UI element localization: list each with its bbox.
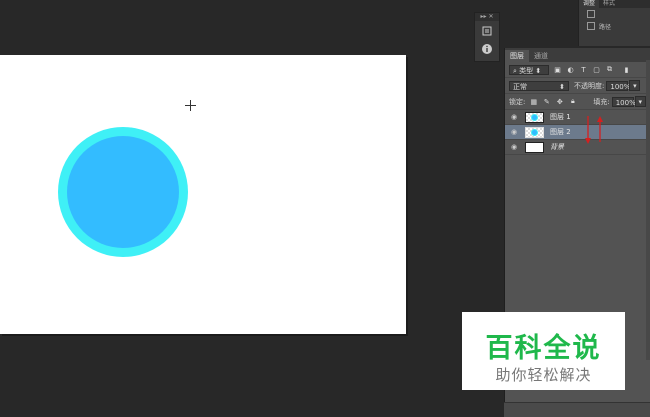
panel-row-paths[interactable]: 路径 — [579, 20, 650, 32]
visibility-eye-icon[interactable]: ◉ — [509, 128, 519, 136]
adjust-icon — [587, 10, 595, 18]
opacity-input[interactable]: 100% — [606, 80, 630, 91]
collapsed-panel-strip: ▸▸ ✕ — [474, 12, 500, 62]
tab-styles[interactable]: 样式 — [599, 0, 619, 8]
chevron-down-icon: ⬍ — [535, 66, 542, 75]
watermark-title: 百科全说 — [485, 333, 602, 364]
layer-thumbnail — [525, 111, 544, 123]
watermark-subtitle: 助你轻松解决 — [495, 366, 592, 384]
lock-fill-row: 锁定: ▦ ✎ ✥ 🔒︎ 填充: 100% ▾ — [505, 94, 650, 110]
lock-transparent-icon[interactable]: ▦ — [529, 97, 538, 106]
tab-channels[interactable]: 通道 — [529, 50, 553, 62]
watermark-logo: 百科全说 助你轻松解决 — [462, 312, 625, 390]
paths-icon — [587, 22, 595, 30]
layer-row-1[interactable]: ◉ 图层 1 — [505, 110, 650, 125]
visibility-eye-icon[interactable]: ◉ — [509, 143, 519, 151]
blend-mode-select[interactable]: 正常 ⬍ — [509, 80, 569, 91]
visibility-eye-icon[interactable]: ◉ — [509, 113, 519, 121]
layer-name: 图层 2 — [550, 128, 571, 136]
layer-thumbnail — [525, 141, 544, 153]
tab-adjustments[interactable]: 调整 — [579, 0, 600, 8]
fill-dropdown-icon[interactable]: ▾ — [634, 96, 646, 107]
image-filter-icon[interactable]: ▣ — [553, 65, 562, 74]
filter-row: ⌕ 类型 ⬍ ▣ ◐ T ▢ ⧉ ▮ — [505, 62, 650, 78]
info-icon — [482, 44, 492, 54]
layer-name: 图层 1 — [550, 113, 571, 121]
chevron-down-icon: ⬍ — [559, 82, 565, 91]
red-swap-arrows-icon — [585, 116, 603, 144]
layer-row-background[interactable]: ◉ 背景 — [505, 140, 650, 155]
type-filter-icon[interactable]: T — [579, 65, 588, 74]
fill-input[interactable]: 100% — [611, 96, 636, 107]
filter-type-label: 类型 — [519, 66, 534, 75]
lock-label: 锁定: — [509, 97, 526, 106]
blue-circle-shape — [67, 136, 179, 248]
blend-opacity-row: 正常 ⬍ 不透明度: 100% ▾ — [505, 78, 650, 94]
opacity-label: 不透明度: — [574, 81, 605, 90]
blend-mode-value: 正常 — [513, 82, 527, 91]
filter-type-select[interactable]: ⌕ 类型 ⬍ — [509, 64, 549, 75]
history-button[interactable] — [478, 23, 496, 39]
lock-all-icon[interactable]: 🔒︎ — [568, 97, 577, 106]
opacity-dropdown-icon[interactable]: ▾ — [629, 80, 641, 91]
crosshair-cursor-icon — [185, 100, 196, 111]
lock-pixels-icon[interactable]: ✎ — [542, 97, 551, 106]
fill-label: 填充: — [593, 97, 610, 106]
document-canvas[interactable] — [0, 55, 406, 334]
layer-row-2[interactable]: ◉ 图层 2 — [505, 125, 650, 140]
info-button[interactable] — [478, 41, 496, 57]
layer-thumbnail — [525, 126, 544, 138]
panel-row-adjust[interactable] — [579, 8, 650, 20]
adjustments-panel: 调整 样式 路径 — [578, 0, 650, 46]
filter-toggle-icon[interactable]: ▮ — [622, 65, 631, 74]
row-label-paths: 路径 — [599, 23, 612, 31]
adjustment-filter-icon[interactable]: ◐ — [566, 65, 575, 74]
smart-object-filter-icon[interactable]: ⧉ — [605, 65, 614, 74]
search-icon: ⌕ — [513, 66, 517, 75]
panel-bottom-bar — [504, 402, 650, 417]
panel-scrollbar[interactable] — [646, 60, 650, 360]
strip-header[interactable]: ▸▸ ✕ — [475, 13, 499, 21]
history-icon — [482, 26, 492, 36]
shape-filter-icon[interactable]: ▢ — [592, 65, 601, 74]
lock-position-icon[interactable]: ✥ — [555, 97, 564, 106]
layer-name: 背景 — [550, 143, 564, 151]
tab-layers[interactable]: 图层 — [505, 50, 529, 62]
